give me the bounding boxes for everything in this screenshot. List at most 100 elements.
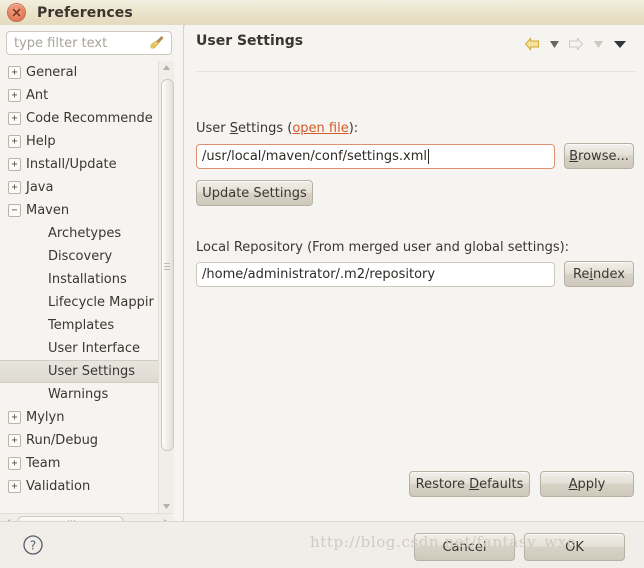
expand-icon[interactable]: +: [8, 158, 21, 171]
sidebar-item-maven[interactable]: − Maven: [0, 199, 158, 222]
close-icon[interactable]: [7, 3, 26, 22]
header-divider: [196, 71, 636, 72]
local-repository-value: /home/administrator/.m2/repository: [202, 267, 436, 282]
label-accesskey: S: [229, 121, 239, 136]
forward-arrow-icon: [565, 35, 587, 53]
button-label: OK: [565, 539, 584, 555]
expand-icon[interactable]: +: [8, 89, 21, 102]
sidebar-item-validation[interactable]: + Validation: [0, 475, 158, 498]
button-label: Restore: [415, 476, 470, 492]
sidebar-item-label: Templates: [48, 318, 115, 333]
sidebar-item-label: Lifecycle Mappir: [48, 295, 154, 310]
sidebar-item-user-interface[interactable]: User Interface: [0, 337, 158, 360]
sidebar-item-label: Run/Debug: [26, 433, 99, 448]
user-settings-path-value: /usr/local/maven/conf/settings.xml: [202, 149, 427, 164]
label-part: ):: [348, 121, 359, 136]
tree-vscroll-thumb[interactable]: [161, 79, 174, 451]
cancel-button[interactable]: Cancel: [414, 533, 515, 561]
sidebar-item-label: Ant: [26, 88, 49, 103]
sidebar-item-label: Installations: [48, 272, 127, 287]
user-settings-label: User Settings (open file):: [196, 121, 358, 136]
collapse-icon[interactable]: −: [8, 204, 21, 217]
preferences-tree-panel: type filter text + General + Ant + Code Recom…: [0, 25, 184, 530]
settings-content-panel: User Settings User Settings (open file):…: [185, 25, 644, 521]
page-title: User Settings: [196, 33, 304, 49]
expand-icon[interactable]: +: [8, 411, 21, 424]
view-menu-icon[interactable]: [609, 35, 631, 53]
sidebar-item-templates[interactable]: Templates: [0, 314, 158, 337]
update-settings-button[interactable]: Update Settings: [196, 180, 313, 206]
button-accesskey: D: [469, 476, 480, 492]
sidebar-item-ant[interactable]: + Ant: [0, 84, 158, 107]
sidebar-item-lifecycle-mappir[interactable]: Lifecycle Mappir: [0, 291, 158, 314]
navigation-buttons: [521, 35, 631, 53]
broom-icon[interactable]: [149, 34, 166, 55]
ok-button[interactable]: OK: [524, 533, 625, 561]
expand-icon[interactable]: +: [8, 181, 21, 194]
sidebar-item-team[interactable]: + Team: [0, 452, 158, 475]
sidebar-item-label: Team: [26, 456, 61, 471]
label-part: User: [196, 121, 230, 136]
sidebar-item-label: Warnings: [48, 387, 109, 402]
button-label: efaults: [479, 476, 524, 492]
search-input[interactable]: type filter text: [6, 31, 172, 55]
sidebar-item-warnings[interactable]: Warnings: [0, 383, 158, 406]
sidebar-item-label: Archetypes: [48, 226, 122, 241]
local-repository-input[interactable]: /home/administrator/.m2/repository: [196, 262, 555, 287]
button-label: Cancel: [442, 539, 487, 555]
sidebar-item-general[interactable]: + General: [0, 61, 158, 84]
scroll-up-icon[interactable]: [159, 61, 174, 74]
sidebar-item-label: Help: [26, 134, 56, 149]
button-label: rowse...: [578, 148, 629, 164]
sidebar-item-archetypes[interactable]: Archetypes: [0, 222, 158, 245]
sidebar-item-label: General: [26, 65, 78, 80]
forward-dropdown-icon: [587, 35, 609, 53]
browse-button[interactable]: Browse...: [564, 143, 634, 169]
sidebar-item-label: Code Recommende: [26, 111, 153, 126]
button-accesskey: B: [569, 148, 579, 164]
title-bar: Preferences: [0, 0, 644, 26]
back-dropdown-icon[interactable]: [543, 35, 565, 53]
sidebar-item-label: User Interface: [48, 341, 140, 356]
label-part: ettings (: [238, 121, 293, 136]
button-label: Re: [572, 266, 590, 282]
sidebar-item-java[interactable]: + Java: [0, 176, 158, 199]
sidebar-item-mylyn[interactable]: + Mylyn: [0, 406, 158, 429]
scrollbar-grip-icon: [164, 261, 170, 272]
sidebar-item-discovery[interactable]: Discovery: [0, 245, 158, 268]
sidebar-item-label: Java: [26, 180, 54, 195]
dialog-footer: ? Cancel OK: [0, 521, 644, 568]
sidebar-item-label: Install/Update: [26, 157, 117, 172]
sidebar-item-code-recommende[interactable]: + Code Recommende: [0, 107, 158, 130]
expand-icon[interactable]: +: [8, 135, 21, 148]
expand-icon[interactable]: +: [8, 480, 21, 493]
tree-vertical-scrollbar[interactable]: [158, 61, 174, 513]
local-repository-label: Local Repository (From merged user and g…: [196, 240, 570, 255]
button-accesskey: A: [568, 476, 578, 492]
expand-icon[interactable]: +: [8, 112, 21, 125]
expand-icon[interactable]: +: [8, 457, 21, 470]
open-file-link[interactable]: open file: [292, 121, 348, 136]
sidebar-item-install-update[interactable]: + Install/Update: [0, 153, 158, 176]
search-placeholder: type filter text: [14, 35, 108, 51]
sidebar-item-label: Discovery: [48, 249, 113, 264]
expand-icon[interactable]: +: [8, 66, 21, 79]
scroll-down-icon[interactable]: [159, 500, 174, 513]
back-arrow-icon[interactable]: [521, 35, 543, 53]
sidebar-item-label: Mylyn: [26, 410, 65, 425]
filter-area: type filter text: [6, 31, 172, 55]
sidebar-item-installations[interactable]: Installations: [0, 268, 158, 291]
expand-icon[interactable]: +: [8, 434, 21, 447]
user-settings-path-input[interactable]: /usr/local/maven/conf/settings.xml: [196, 144, 555, 169]
sidebar-item-help[interactable]: + Help: [0, 130, 158, 153]
preferences-tree[interactable]: + General + Ant + Code Recommende + Help + Instal…: [0, 61, 158, 501]
button-label: pply: [577, 476, 606, 492]
reindex-button[interactable]: Reindex: [564, 261, 634, 287]
sidebar-item-user-settings[interactable]: User Settings: [0, 360, 158, 383]
apply-button[interactable]: Apply: [540, 471, 634, 497]
help-icon[interactable]: ?: [22, 534, 44, 560]
restore-defaults-button[interactable]: Restore Defaults: [409, 471, 530, 497]
sidebar-item-run-debug[interactable]: + Run/Debug: [0, 429, 158, 452]
button-label: Update Settings: [202, 185, 307, 201]
sidebar-item-label: Validation: [26, 479, 91, 494]
